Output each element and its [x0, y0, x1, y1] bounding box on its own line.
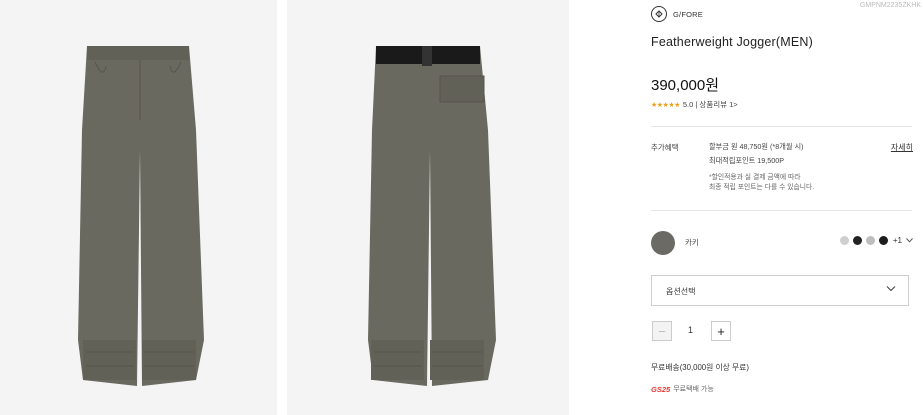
brand-name: G/FORE	[673, 9, 703, 19]
product-image-front[interactable]	[0, 0, 277, 415]
rating-stars-icon: ★★★★★	[651, 101, 680, 109]
front-jogger-illustration	[78, 46, 204, 386]
gs25-delivery: GS25 무료택배 가능	[651, 384, 714, 394]
color-swatch-black[interactable]	[852, 236, 862, 245]
product-image-back[interactable]	[287, 0, 569, 415]
option-select-label: 옵션선택	[666, 287, 696, 296]
product-title: Featherweight Jogger(MEN)	[651, 35, 814, 49]
chevron-down-icon[interactable]	[906, 238, 913, 243]
product-sku: GMPNM2235ZKHK	[859, 2, 921, 9]
selected-color-name: 카키	[685, 238, 699, 247]
gs25-logo-number: 25	[661, 384, 671, 394]
color-swatch-dark[interactable]	[878, 236, 888, 245]
gs25-text: 무료택배 가능	[673, 386, 714, 393]
more-colors[interactable]: +1	[893, 236, 902, 245]
max-points: 최대적립포인트 19,500P	[709, 156, 785, 165]
product-info-panel: G/FORE GMPNM2235ZKHK Featherweight Jogge…	[651, 0, 923, 415]
back-jogger-illustration	[368, 46, 496, 386]
chevron-down-icon	[886, 286, 896, 292]
quantity-increase-button[interactable]: +	[711, 321, 731, 341]
rating[interactable]: ★★★★★ 5.0 | 상품리뷰 1>	[651, 99, 738, 110]
color-swatch-light-gray[interactable]	[839, 236, 849, 245]
color-swatch-gray[interactable]	[865, 236, 875, 245]
option-select[interactable]: 옵션선택	[651, 275, 909, 306]
divider	[651, 210, 912, 211]
selected-color-swatch[interactable]	[651, 231, 675, 255]
gfore-logo-icon	[651, 6, 667, 22]
brand[interactable]: G/FORE	[651, 6, 703, 22]
rating-text: 5.0 | 상품리뷰 1>	[682, 100, 738, 109]
quantity-decrease-button[interactable]: −	[652, 321, 672, 341]
gs25-logo-icon: GS25	[651, 385, 670, 394]
points-note-1: *할인적용과 실 결제 금액에 따라	[709, 174, 801, 181]
divider	[651, 126, 912, 127]
product-price: 390,000원	[651, 77, 720, 94]
shipping-info: 무료배송(30,000원 이상 무료)	[651, 363, 749, 372]
color-swatches: +1	[839, 236, 913, 245]
points-note-2: 최종 적립 포인트는 다를 수 있습니다.	[709, 184, 815, 191]
installment-info: 할부금 원 48,750원 (*8개월 시)	[709, 142, 804, 151]
gs25-logo-prefix: GS	[651, 384, 662, 394]
benefit-label: 추가혜택	[651, 143, 679, 152]
quantity-value: 1	[688, 325, 694, 335]
detail-link[interactable]: 자세히	[891, 142, 913, 153]
